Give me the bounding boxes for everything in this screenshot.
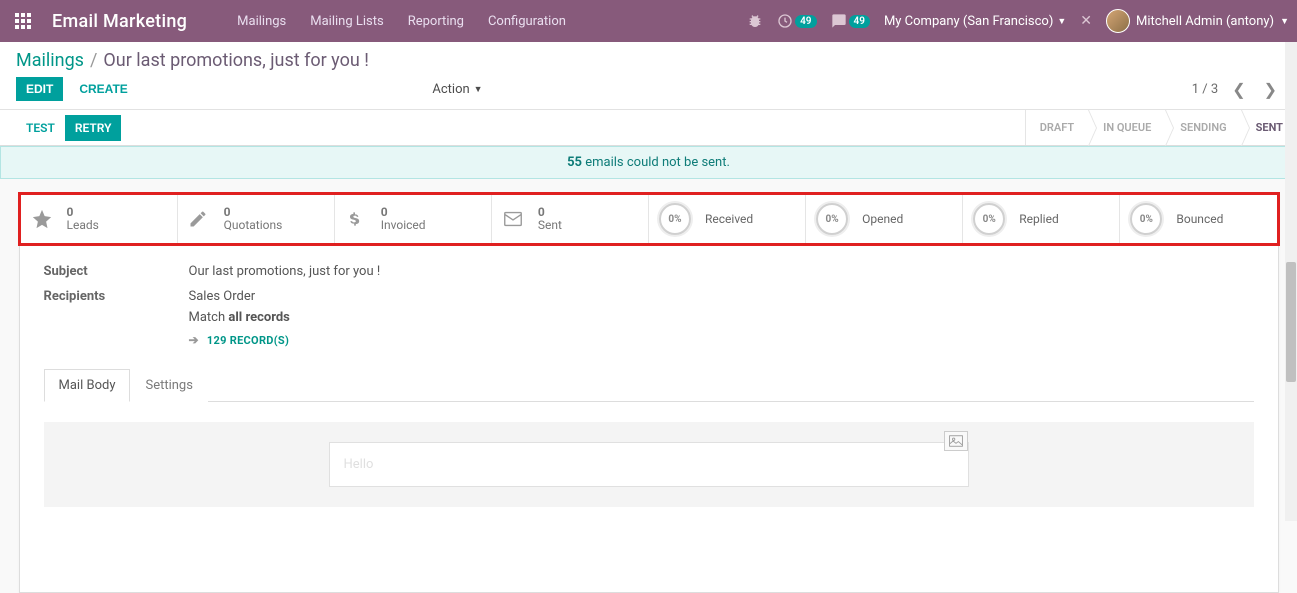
activities-icon[interactable]: 49 [777, 13, 816, 29]
step-sending[interactable]: SENDING [1165, 110, 1240, 145]
envelope-icon [502, 208, 528, 230]
stat-opened-label: Opened [862, 212, 903, 226]
pct-circle-bounced: 0% [1130, 203, 1162, 235]
breadcrumb-separator: / [90, 50, 97, 71]
stat-sent-label: Sent [538, 218, 562, 232]
pct-circle-received: 0% [659, 203, 691, 235]
messaging-badge: 49 [849, 15, 870, 28]
pct-circle-opened: 0% [816, 203, 848, 235]
stat-row-highlight: 0Leads 0Quotations 0Invoiced 0Sent [18, 192, 1280, 246]
stat-replied-label: Replied [1019, 212, 1058, 226]
close-icon[interactable]: ✕ [1080, 13, 1092, 29]
nav-right: 49 49 My Company (San Francisco) ▼ ✕ Mit… [747, 9, 1289, 33]
step-draft[interactable]: DRAFT [1025, 110, 1088, 145]
stat-leads-label: Leads [67, 218, 99, 232]
stat-received[interactable]: 0% Received [649, 195, 806, 243]
mail-body-preview: Hello [44, 422, 1254, 507]
pager: 1 / 3 ❮ ❯ [1192, 80, 1281, 99]
pager-next[interactable]: ❯ [1260, 80, 1281, 99]
debug-icon[interactable] [747, 13, 763, 29]
nav-reporting[interactable]: Reporting [408, 14, 464, 29]
status-bar: TEST RETRY DRAFT IN QUEUE SENDING SENT [0, 110, 1297, 146]
mail-preview-content: Hello [329, 442, 969, 487]
pencil-icon [188, 209, 214, 229]
action-dropdown[interactable]: Action ▼ [432, 82, 482, 97]
nav-menu: Mailings Mailing Lists Reporting Configu… [237, 14, 566, 29]
stat-invoiced-label: Invoiced [381, 218, 426, 232]
breadcrumb-current: Our last promotions, just for you ! [103, 50, 368, 71]
breadcrumb-parent[interactable]: Mailings [16, 50, 84, 71]
breadcrumb: Mailings / Our last promotions, just for… [16, 50, 1281, 71]
match-bold: all records [228, 310, 289, 325]
status-steps: DRAFT IN QUEUE SENDING SENT [1025, 110, 1297, 145]
stat-replied[interactable]: 0% Replied [963, 195, 1120, 243]
activities-badge: 49 [795, 15, 816, 28]
arrow-right-icon: ➔ [189, 333, 199, 347]
recipients-match: Match all records [189, 310, 290, 325]
recipients-value: Sales Order [189, 289, 290, 304]
stat-bounced-label: Bounced [1176, 212, 1223, 226]
stat-bounced[interactable]: 0% Bounced [1120, 195, 1276, 243]
caret-down-icon: ▼ [1280, 16, 1289, 27]
create-button[interactable]: CREATE [69, 77, 137, 101]
scrollbar[interactable] [1285, 42, 1297, 521]
stat-quotations[interactable]: 0Quotations [178, 195, 335, 243]
action-label: Action [432, 82, 469, 97]
dollar-icon [345, 209, 371, 229]
step-in-queue[interactable]: IN QUEUE [1088, 110, 1165, 145]
stat-leads[interactable]: 0Leads [21, 195, 178, 243]
company-name: My Company (San Francisco) [884, 14, 1053, 29]
pager-text: 1 / 3 [1192, 82, 1218, 97]
mail-greeting: Hello [344, 457, 954, 472]
stat-received-label: Received [705, 212, 753, 226]
tab-settings[interactable]: Settings [130, 369, 207, 402]
pager-prev[interactable]: ❮ [1228, 80, 1249, 99]
app-title[interactable]: Email Marketing [52, 11, 187, 32]
user-name: Mitchell Admin (antony) [1136, 14, 1274, 29]
caret-down-icon: ▼ [474, 84, 483, 95]
form-body: Subject Our last promotions, just for yo… [20, 244, 1278, 527]
tabs: Mail Body Settings [44, 368, 1254, 402]
avatar [1106, 9, 1130, 33]
match-pre: Match [189, 310, 229, 325]
alert-count: 55 [567, 155, 582, 170]
alert-banner: 55 emails could not be sent. [0, 146, 1297, 179]
test-button[interactable]: TEST [16, 115, 65, 141]
control-bar: Mailings / Our last promotions, just for… [0, 42, 1297, 110]
user-menu[interactable]: Mitchell Admin (antony) ▼ [1106, 9, 1289, 33]
retry-button[interactable]: RETRY [65, 115, 122, 141]
company-switcher[interactable]: My Company (San Francisco) ▼ [884, 14, 1066, 29]
stat-sent[interactable]: 0Sent [492, 195, 649, 243]
records-link[interactable]: ➔ 129 RECORD(S) [189, 333, 290, 347]
nav-mailings[interactable]: Mailings [237, 14, 286, 29]
stat-quotations-label: Quotations [224, 218, 283, 232]
stat-invoiced-num: 0 [381, 206, 426, 218]
records-link-text: 129 RECORD(S) [207, 334, 289, 347]
edit-button[interactable]: EDIT [16, 77, 63, 101]
image-placeholder-icon [944, 431, 968, 451]
scrollbar-thumb[interactable] [1286, 262, 1296, 382]
stat-leads-num: 0 [67, 206, 99, 218]
subject-label: Subject [44, 264, 189, 279]
form-sheet: 0Leads 0Quotations 0Invoiced 0Sent [19, 193, 1279, 593]
messaging-icon[interactable]: 49 [831, 13, 870, 29]
caret-down-icon: ▼ [1057, 16, 1066, 27]
stat-invoiced[interactable]: 0Invoiced [335, 195, 492, 243]
star-icon [31, 208, 57, 230]
top-navbar: Email Marketing Mailings Mailing Lists R… [0, 0, 1297, 42]
recipients-label: Recipients [44, 289, 189, 348]
apps-icon[interactable] [8, 6, 38, 36]
alert-text: emails could not be sent. [582, 155, 730, 170]
stat-sent-num: 0 [538, 206, 562, 218]
stat-opened[interactable]: 0% Opened [806, 195, 963, 243]
nav-mailing-lists[interactable]: Mailing Lists [310, 14, 383, 29]
pct-circle-replied: 0% [973, 203, 1005, 235]
subject-value: Our last promotions, just for you ! [189, 264, 381, 279]
stat-quotations-num: 0 [224, 206, 283, 218]
tab-mail-body[interactable]: Mail Body [44, 369, 131, 402]
nav-configuration[interactable]: Configuration [488, 14, 566, 29]
